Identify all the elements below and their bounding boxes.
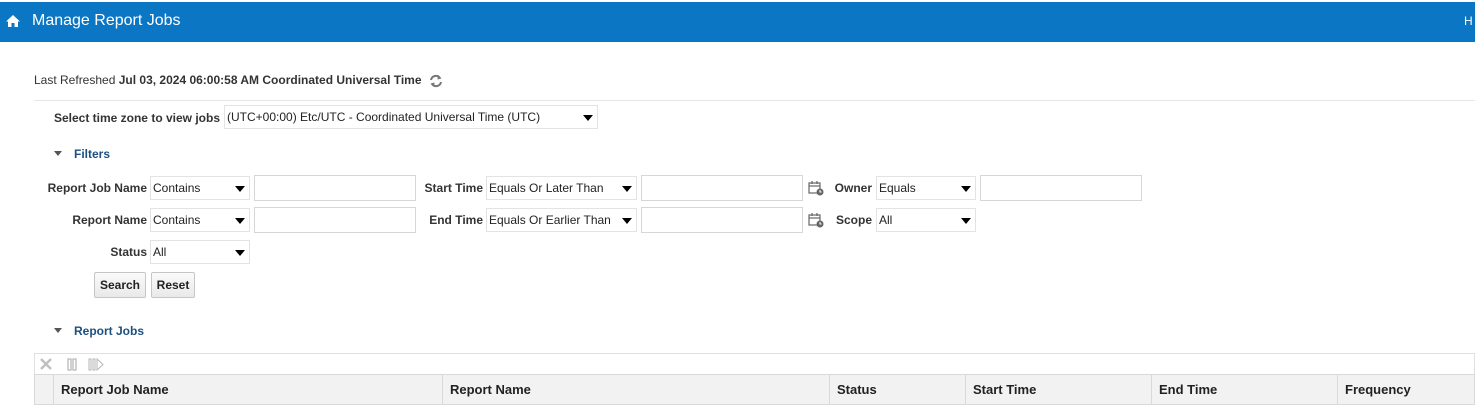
- owner-operator-value: Equals: [879, 181, 916, 195]
- scope-select-value: All: [879, 213, 893, 227]
- last-refreshed-label: Last Refreshed: [34, 73, 116, 87]
- report-name-operator-value: Contains: [153, 213, 201, 227]
- report-name-operator-select[interactable]: Contains: [150, 208, 250, 232]
- chevron-down-icon: [235, 186, 245, 192]
- chevron-down-icon: [961, 186, 971, 192]
- search-button[interactable]: Search: [94, 272, 146, 298]
- column-header-report-name[interactable]: Report Name: [442, 375, 829, 404]
- scope-label: Scope: [835, 213, 872, 227]
- chevron-down-icon: [622, 218, 632, 224]
- resume-icon[interactable]: [87, 357, 105, 371]
- timezone-select-value: (UTC+00:00) Etc/UTC - Coordinated Univer…: [227, 110, 541, 124]
- status-select-value: All: [153, 245, 167, 259]
- timezone-label: Select time zone to view jobs: [53, 111, 220, 125]
- start-time-operator-select[interactable]: Equals Or Later Than: [486, 176, 637, 200]
- refresh-icon[interactable]: [428, 74, 444, 88]
- scope-select[interactable]: All: [876, 208, 976, 232]
- delete-icon[interactable]: [39, 357, 53, 371]
- reset-button[interactable]: Reset: [151, 272, 195, 298]
- chevron-down-icon: [235, 218, 245, 224]
- end-time-operator-select[interactable]: Equals Or Earlier Than: [486, 208, 637, 232]
- report-job-name-operator-value: Contains: [153, 181, 201, 195]
- end-time-label: End Time: [429, 213, 483, 227]
- timezone-select[interactable]: (UTC+00:00) Etc/UTC - Coordinated Univer…: [224, 105, 598, 129]
- column-header-status[interactable]: Status: [829, 375, 965, 404]
- last-refreshed-timestamp: Jul 03, 2024 06:00:58 AM Coordinated Uni…: [118, 73, 422, 87]
- page-title: Manage Report Jobs: [32, 12, 181, 29]
- start-time-input[interactable]: [641, 175, 803, 201]
- chevron-down-icon: [961, 218, 971, 224]
- end-time-input[interactable]: [641, 207, 803, 233]
- report-jobs-disclosure-icon[interactable]: [54, 328, 62, 333]
- column-header-start-time[interactable]: Start Time: [965, 375, 1151, 404]
- chevron-down-icon: [235, 250, 245, 256]
- report-jobs-title[interactable]: Report Jobs: [74, 324, 144, 338]
- owner-input[interactable]: [980, 175, 1142, 201]
- start-time-operator-value: Equals Or Later Than: [489, 181, 604, 195]
- status-label: Status: [110, 245, 147, 259]
- calendar-icon[interactable]: [808, 180, 824, 196]
- report-name-input[interactable]: [254, 207, 416, 233]
- filters-title[interactable]: Filters: [74, 147, 110, 161]
- column-header-end-time[interactable]: End Time: [1151, 375, 1337, 404]
- pause-icon[interactable]: [65, 357, 79, 371]
- last-refreshed: Last Refreshed Jul 03, 2024 06:00:58 AM …: [34, 73, 444, 88]
- filters-disclosure-icon[interactable]: [54, 151, 62, 156]
- column-header-frequency[interactable]: Frequency: [1337, 375, 1474, 404]
- column-header-report-job-name[interactable]: Report Job Name: [53, 375, 442, 404]
- owner-label: Owner: [834, 181, 872, 195]
- report-name-label: Report Name: [72, 213, 147, 227]
- report-job-name-operator-select[interactable]: Contains: [150, 176, 250, 200]
- report-jobs-table-header: Report Job Name Report Name Status Start…: [34, 374, 1475, 405]
- owner-operator-select[interactable]: Equals: [876, 176, 976, 200]
- header-right-link[interactable]: H: [1464, 14, 1473, 28]
- top-bar: Manage Report Jobs H: [0, 2, 1475, 42]
- chevron-down-icon: [583, 115, 593, 121]
- report-job-name-input[interactable]: [254, 175, 416, 201]
- divider: [34, 100, 1475, 101]
- status-select[interactable]: All: [150, 240, 250, 264]
- chevron-down-icon: [622, 186, 632, 192]
- calendar-icon[interactable]: [808, 212, 824, 228]
- report-job-name-label: Report Job Name: [47, 181, 147, 195]
- home-icon[interactable]: [5, 13, 21, 29]
- start-time-label: Start Time: [424, 181, 483, 195]
- table-toolbar: [34, 353, 1475, 374]
- end-time-operator-value: Equals Or Earlier Than: [489, 213, 611, 227]
